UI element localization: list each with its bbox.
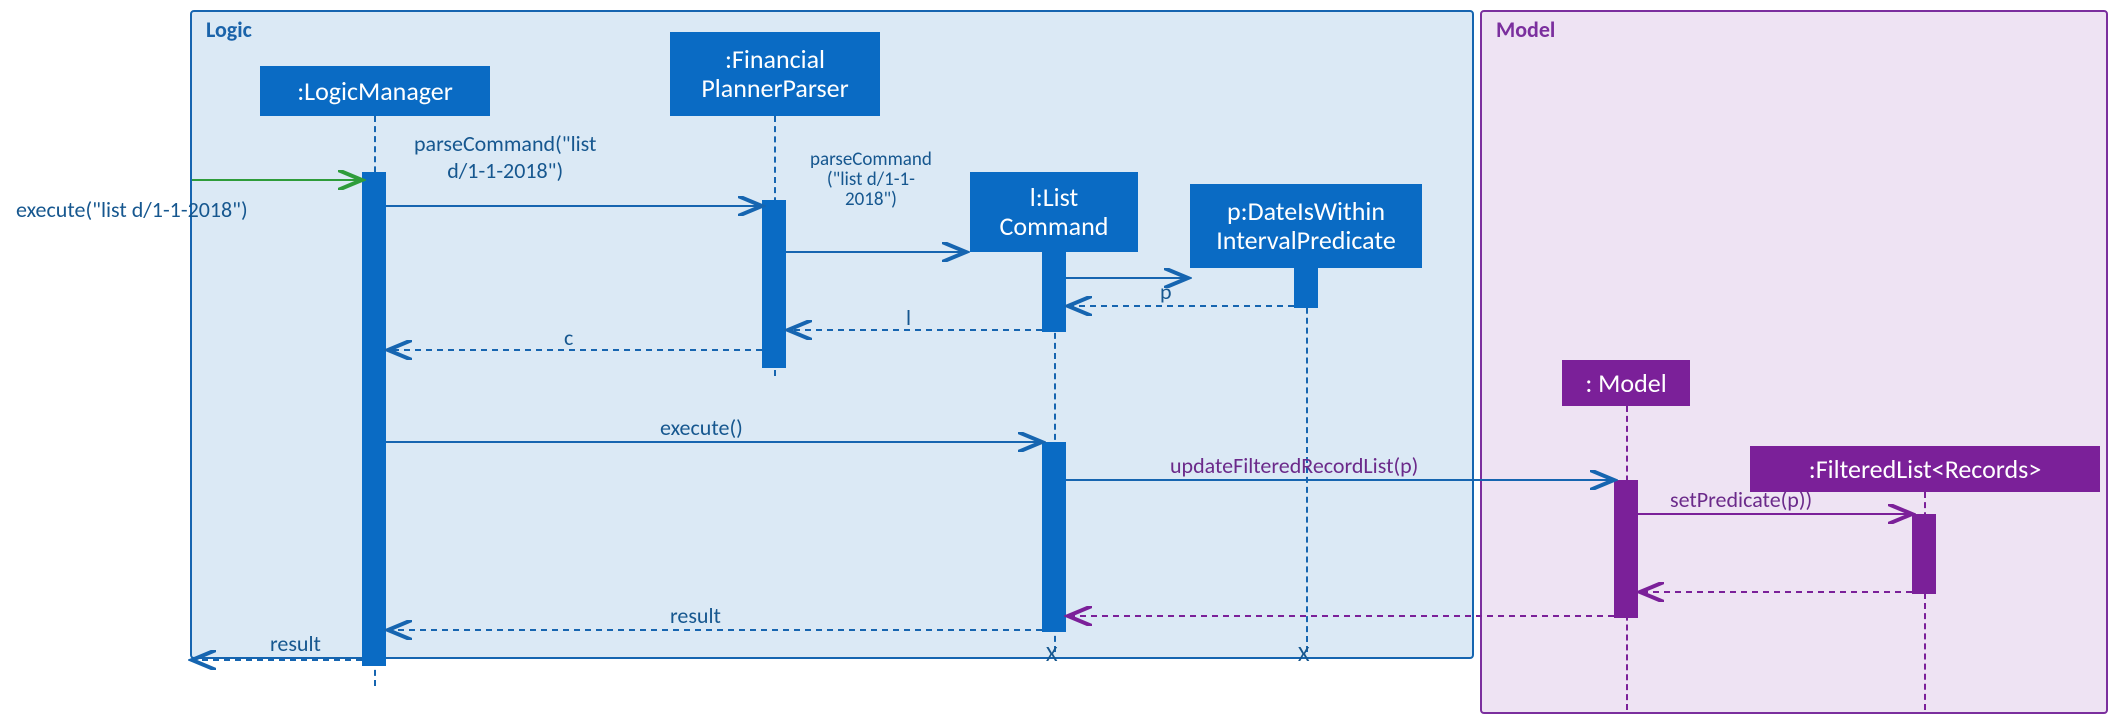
activation-date-predicate [1294, 268, 1318, 308]
msg-entry-execute: execute("list d/1-1-2018") [16, 196, 248, 223]
head-financial-planner-parser: :Financial PlannerParser [670, 32, 880, 116]
activation-list-command-1 [1042, 252, 1066, 332]
msg-result-2: result [270, 630, 321, 657]
destroy-date-predicate: X [1298, 640, 1309, 667]
msg-parsecommand-1: parseCommand("list d/1-1-2018") [414, 130, 596, 184]
activation-fpp [762, 200, 786, 368]
package-model-label: Model [1496, 16, 1555, 43]
msg-return-c: c [564, 324, 573, 351]
msg-parsecommand-2: parseCommand ("list d/1-1- 2018") [810, 150, 932, 210]
sequence-diagram: Logic Model :LogicManager :Financial Pla… [10, 10, 2104, 712]
activation-list-command-2 [1042, 442, 1066, 632]
head-model: : Model [1562, 360, 1690, 406]
activation-filtered-list [1912, 514, 1936, 594]
head-date-predicate: p:DateIsWithin IntervalPredicate [1190, 184, 1422, 268]
head-list-command: l:List Command [970, 172, 1138, 252]
package-logic-label: Logic [206, 16, 252, 43]
destroy-list-command: X [1046, 640, 1057, 667]
msg-set-predicate: setPredicate(p)) [1670, 486, 1812, 513]
msg-return-p: p [1160, 278, 1172, 305]
msg-return-l: l [906, 304, 911, 331]
activation-logic-manager [362, 172, 386, 666]
msg-result-1: result [670, 602, 721, 629]
msg-update-filtered: updateFilteredRecordList(p) [1170, 452, 1418, 479]
head-logic-manager: :LogicManager [260, 66, 490, 116]
msg-execute: execute() [660, 414, 743, 441]
activation-model [1614, 480, 1638, 618]
